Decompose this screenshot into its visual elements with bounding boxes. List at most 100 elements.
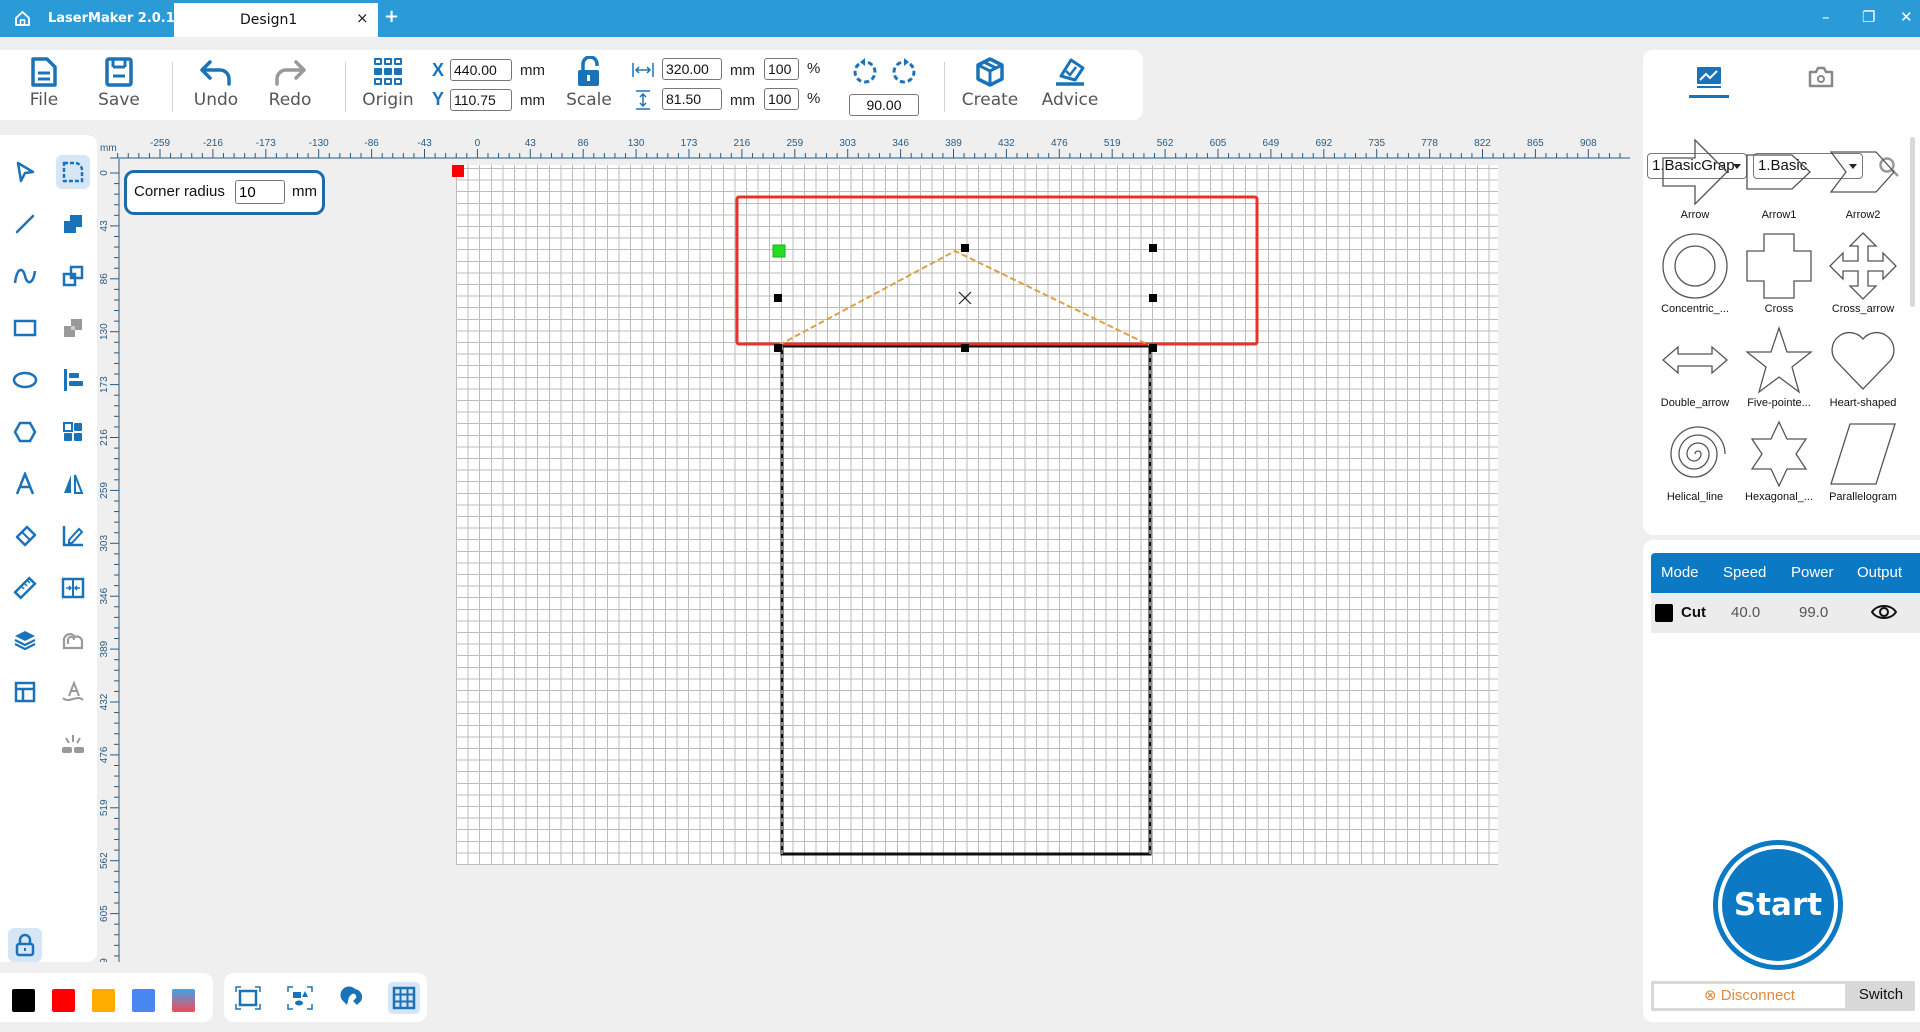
subtract-tool[interactable] xyxy=(56,311,90,345)
header-mode: Mode xyxy=(1661,564,1699,581)
rectangle-icon xyxy=(13,319,37,337)
close-button[interactable]: ✕ xyxy=(1900,8,1913,26)
rotate-cw-icon[interactable] xyxy=(890,58,918,90)
align-tool[interactable] xyxy=(56,363,90,397)
fit-objects-button[interactable] xyxy=(284,982,316,1014)
text-path-tool[interactable] xyxy=(56,675,90,709)
center-icon xyxy=(61,577,85,599)
create-label: Create xyxy=(961,90,1019,110)
text-tool[interactable] xyxy=(8,467,42,501)
layers-tool[interactable] xyxy=(8,623,42,657)
curve-tool[interactable] xyxy=(8,259,42,293)
ruler-label: 43 xyxy=(99,220,110,232)
file-button[interactable]: File xyxy=(14,56,74,110)
origin-button[interactable]: Origin xyxy=(358,56,418,110)
color-swatch-red[interactable] xyxy=(52,989,75,1012)
width-percent-input[interactable]: 100 xyxy=(764,58,799,80)
layer-color[interactable] xyxy=(1655,604,1673,622)
x-position-input[interactable]: 440.00 xyxy=(450,59,512,81)
shape-arrow2[interactable]: Arrow2 xyxy=(1821,137,1905,231)
shape-heart[interactable]: Heart-shaped xyxy=(1821,325,1905,419)
rectangle-tool[interactable] xyxy=(8,311,42,345)
header-speed: Speed xyxy=(1723,564,1767,581)
shape-concentric[interactable]: Concentric_... xyxy=(1653,231,1737,325)
center-tool[interactable] xyxy=(56,571,90,605)
top-toolbar: File Save Undo Redo Origin X Y 440.00 11… xyxy=(0,50,1143,120)
tab-camera[interactable] xyxy=(1791,58,1851,96)
rotation-input[interactable]: 90.00 xyxy=(849,94,919,116)
corner-radius-label: Corner radius xyxy=(134,183,225,200)
ruler-label: 303 xyxy=(99,535,110,552)
shape-cross[interactable]: Cross xyxy=(1737,231,1821,325)
ruler-label: -173 xyxy=(256,138,276,149)
edit-node-tool[interactable] xyxy=(56,519,90,553)
polygon-tool[interactable] xyxy=(8,415,42,449)
shape-name: Helical_line xyxy=(1666,491,1724,503)
scale-lock-button[interactable]: Scale xyxy=(559,56,619,110)
disconnect-button[interactable]: ⊗ Disconnect xyxy=(1654,984,1845,1008)
eye-icon[interactable] xyxy=(1870,603,1898,625)
corner-radius-input[interactable] xyxy=(235,180,285,204)
start-label: Start xyxy=(1722,849,1834,961)
height-percent-input[interactable]: 100 xyxy=(764,88,799,110)
shape-hexagonal-star[interactable]: Hexagonal_... xyxy=(1737,419,1821,513)
tab-design1[interactable]: Design1 × xyxy=(174,3,378,37)
undo-button[interactable]: Undo xyxy=(186,56,246,110)
color-swatch-orange[interactable] xyxy=(92,989,115,1012)
shape-cross-arrow[interactable]: Cross_arrow xyxy=(1821,231,1905,325)
laser-tool[interactable] xyxy=(56,727,90,761)
grid-icon xyxy=(392,986,416,1010)
tab-graphics[interactable] xyxy=(1679,58,1739,98)
ellipse-tool[interactable] xyxy=(8,363,42,397)
eraser-tool[interactable] xyxy=(8,519,42,553)
restore-button[interactable]: ❐ xyxy=(1862,8,1875,26)
advice-icon xyxy=(1056,58,1085,86)
switch-button[interactable]: Switch xyxy=(1849,986,1913,1003)
shape-helical-line[interactable]: Helical_line xyxy=(1653,419,1737,513)
height-input[interactable]: 81.50 xyxy=(662,88,722,110)
snap-button[interactable] xyxy=(336,982,368,1014)
offset-tool[interactable] xyxy=(56,623,90,657)
home-icon[interactable] xyxy=(14,10,31,27)
grid-toggle-button[interactable] xyxy=(388,982,420,1014)
union-tool[interactable] xyxy=(56,207,90,241)
ruler-label: 432 xyxy=(998,138,1015,149)
ruler-label: 303 xyxy=(839,138,856,149)
lock-button[interactable] xyxy=(8,928,42,962)
select-tool[interactable] xyxy=(8,155,42,189)
create-button[interactable]: Create xyxy=(960,56,1020,110)
y-label: Y xyxy=(432,89,445,109)
tab-close-icon[interactable]: × xyxy=(356,9,369,27)
layer-row[interactable]: Cut 40.0 99.0 xyxy=(1651,593,1920,633)
ruler-label: 735 xyxy=(1368,138,1385,149)
save-button[interactable]: Save xyxy=(89,56,149,110)
color-swatch-black[interactable] xyxy=(12,989,35,1012)
mirror-icon xyxy=(64,474,84,494)
new-tab-button[interactable]: + xyxy=(384,6,399,27)
y-position-input[interactable]: 110.75 xyxy=(450,89,512,111)
advice-button[interactable]: Advice xyxy=(1040,56,1100,110)
mirror-tool[interactable] xyxy=(56,467,90,501)
rounded-rect-tool[interactable] xyxy=(56,155,90,189)
color-swatch-gradient[interactable] xyxy=(172,989,195,1012)
line-tool[interactable] xyxy=(8,207,42,241)
array-tool[interactable] xyxy=(56,415,90,449)
redo-button[interactable]: Redo xyxy=(260,56,320,110)
shape-double-arrow[interactable]: Double_arrow xyxy=(1653,325,1737,419)
measure-tool[interactable] xyxy=(8,571,42,605)
ruler-label: 389 xyxy=(945,138,962,149)
width-input[interactable]: 320.00 xyxy=(662,58,722,80)
shape-parallelogram[interactable]: Parallelogram xyxy=(1821,419,1905,513)
minimize-button[interactable]: – xyxy=(1822,8,1830,26)
fit-canvas-button[interactable] xyxy=(232,982,264,1014)
rotate-ccw-icon[interactable] xyxy=(851,58,879,90)
shape-arrow[interactable]: Arrow xyxy=(1653,137,1737,231)
design-canvas[interactable] xyxy=(456,165,1498,865)
color-swatch-blue[interactable] xyxy=(132,989,155,1012)
intersect-tool[interactable] xyxy=(56,259,90,293)
layout-tool[interactable] xyxy=(8,675,42,709)
shape-arrow1[interactable]: Arrow1 xyxy=(1737,137,1821,231)
start-button[interactable]: Start xyxy=(1713,840,1843,970)
shape-five-pointed-star[interactable]: Five-pointe... xyxy=(1737,325,1821,419)
library-scrollbar[interactable] xyxy=(1910,137,1915,307)
